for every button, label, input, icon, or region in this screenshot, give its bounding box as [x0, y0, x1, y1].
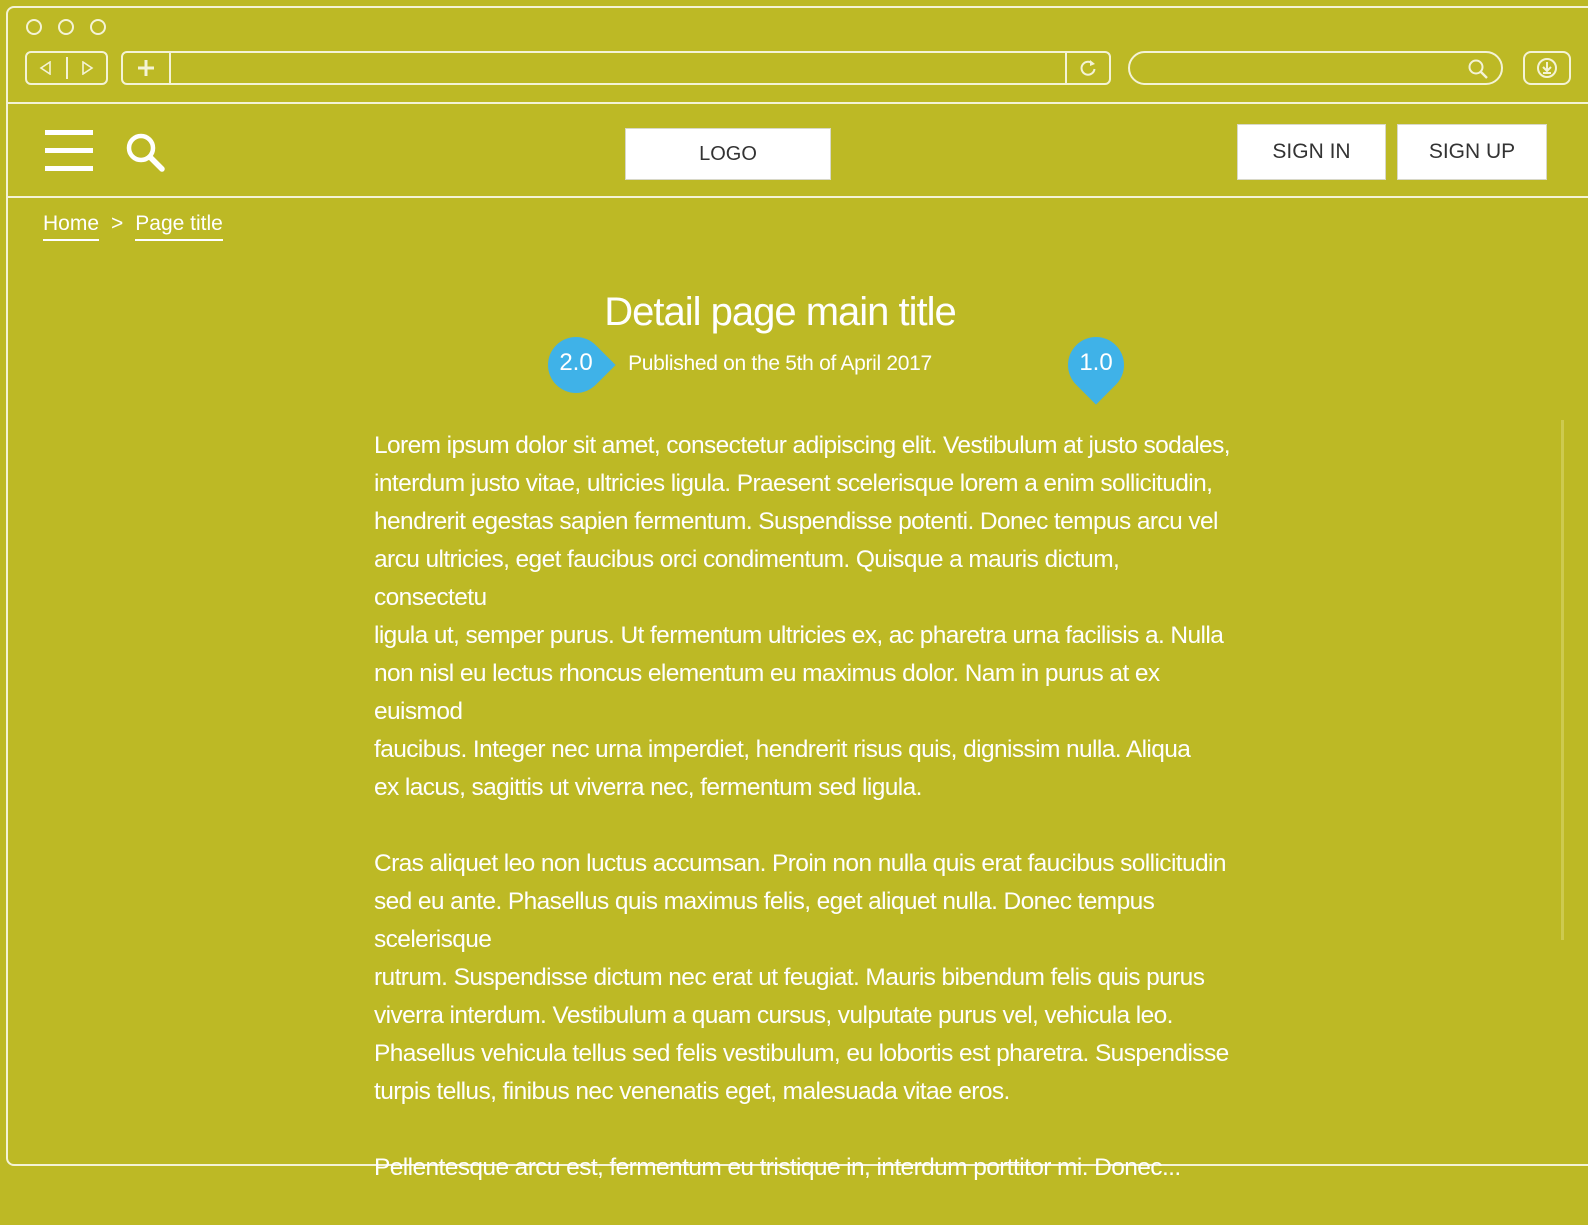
article-paragraph: Pellentesque arcu est, fermentum eu tris…	[374, 1154, 1181, 1181]
page-scrollbar[interactable]	[1561, 420, 1564, 940]
annotation-pin-right-label: 1.0	[1079, 349, 1113, 376]
download-button[interactable]	[1523, 51, 1571, 85]
breadcrumb-current-link[interactable]: Page title	[135, 212, 223, 241]
article-paragraph: Cras aliquet leo non luctus accumsan. Pr…	[374, 850, 1229, 1105]
window-minimize-dot-icon[interactable]	[58, 19, 74, 35]
download-icon	[1537, 58, 1557, 78]
new-tab-plus-icon[interactable]	[123, 53, 171, 83]
sign-up-button[interactable]: SIGN UP	[1397, 124, 1547, 180]
forward-arrow-icon[interactable]	[68, 53, 107, 83]
breadcrumb-separator: >	[111, 212, 124, 235]
header-divider	[8, 196, 1588, 198]
reload-icon[interactable]	[1065, 53, 1109, 83]
browser-nav-buttons	[25, 51, 108, 85]
address-bar[interactable]	[121, 51, 1111, 85]
page-title: Detail page main title	[604, 290, 957, 334]
window-close-dot-icon[interactable]	[26, 19, 42, 35]
hamburger-menu-icon[interactable]	[45, 130, 93, 172]
site-logo[interactable]: LOGO	[625, 128, 831, 180]
chrome-divider	[8, 102, 1588, 104]
article-body: Lorem ipsum dolor sit amet, consectetur …	[374, 427, 1234, 1225]
window-maximize-dot-icon[interactable]	[90, 19, 106, 35]
back-arrow-icon[interactable]	[27, 53, 66, 83]
browser-search-input[interactable]	[1128, 51, 1503, 85]
browser-search-icon[interactable]	[1467, 58, 1489, 85]
article-paragraph: Lorem ipsum dolor sit amet, consectetur …	[374, 432, 1231, 801]
site-search-icon[interactable]	[124, 131, 166, 178]
sign-in-button[interactable]: SIGN IN	[1237, 124, 1386, 180]
annotation-pin-left-label: 2.0	[559, 349, 593, 376]
breadcrumb-home-link[interactable]: Home	[43, 212, 100, 241]
published-date: Published on the 5th of April 2017	[628, 352, 932, 375]
breadcrumb: Home > Page title	[43, 212, 223, 241]
